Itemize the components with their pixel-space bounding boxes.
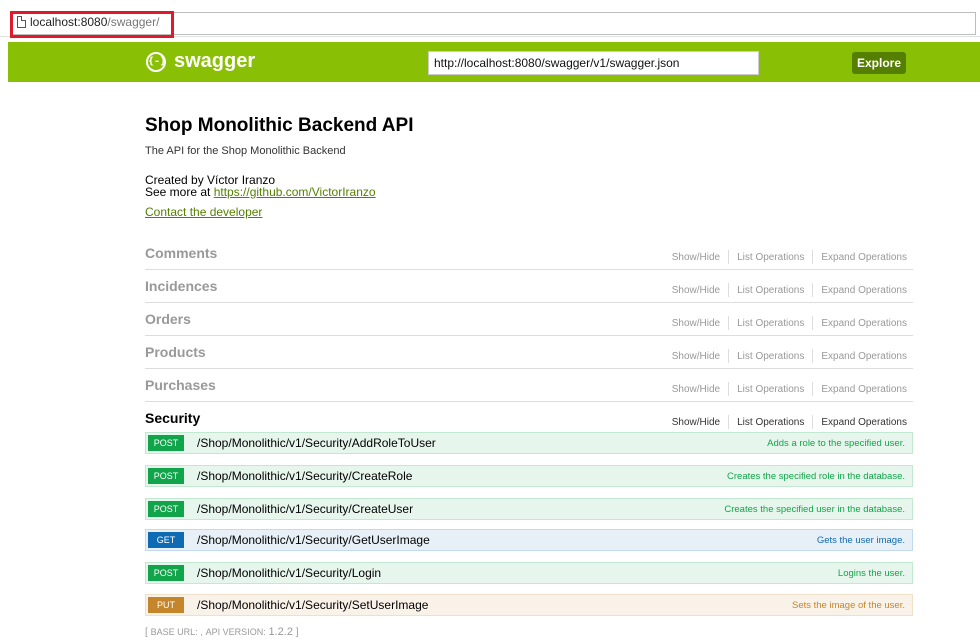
see-more-prefix: See more at xyxy=(145,185,214,199)
list-operations-link[interactable]: List Operations xyxy=(737,318,804,329)
resource-name[interactable]: Products xyxy=(145,344,206,360)
divider xyxy=(728,250,730,264)
operation-path[interactable]: /Shop/Monolithic/v1/Security/GetUserImag… xyxy=(197,533,430,547)
resource-comments: Comments Show/Hide List Operations Expan… xyxy=(145,237,913,270)
divider xyxy=(812,283,814,297)
resource-name[interactable]: Security xyxy=(145,410,200,426)
show-hide-link[interactable]: Show/Hide xyxy=(672,384,720,395)
divider xyxy=(728,349,730,363)
swagger-logo-text[interactable]: swagger xyxy=(174,50,255,73)
resource-products: Products Show/Hide List Operations Expan… xyxy=(145,336,913,369)
resource-name[interactable]: Comments xyxy=(145,245,217,261)
address-highlight-box xyxy=(10,11,174,38)
operation-create-user[interactable]: POST /Shop/Monolithic/v1/Security/Create… xyxy=(145,498,913,520)
http-method-badge: POST xyxy=(148,435,184,451)
api-version-label: API VERSION: xyxy=(205,627,266,637)
resource-name[interactable]: Incidences xyxy=(145,278,217,294)
operation-summary: Creates the specified user in the databa… xyxy=(724,504,905,515)
divider xyxy=(812,382,814,396)
operation-summary: Logins the user. xyxy=(837,568,905,579)
resource-actions: Show/Hide List Operations Expand Operati… xyxy=(672,349,907,363)
base-url-label: BASE URL: xyxy=(150,627,198,637)
contact-developer-link[interactable]: Contact the developer xyxy=(145,205,262,219)
expand-operations-link[interactable]: Expand Operations xyxy=(821,252,907,263)
resource-actions: Show/Hide List Operations Expand Operati… xyxy=(672,250,907,264)
operation-path[interactable]: /Shop/Monolithic/v1/Security/AddRoleToUs… xyxy=(197,436,436,450)
see-more-line: See more at https://github.com/VictorIra… xyxy=(145,185,376,199)
expand-operations-link[interactable]: Expand Operations xyxy=(821,318,907,329)
divider xyxy=(728,382,730,396)
divider xyxy=(728,316,730,330)
list-operations-link[interactable]: List Operations xyxy=(737,417,804,428)
operation-create-role[interactable]: POST /Shop/Monolithic/v1/Security/Create… xyxy=(145,465,913,487)
resource-actions: Show/Hide List Operations Expand Operati… xyxy=(672,415,907,429)
show-hide-link[interactable]: Show/Hide xyxy=(672,417,720,428)
http-method-badge: PUT xyxy=(148,597,184,613)
github-link[interactable]: https://github.com/VictorIranzo xyxy=(214,185,376,199)
resource-actions: Show/Hide List Operations Expand Operati… xyxy=(672,283,907,297)
expand-operations-link[interactable]: Expand Operations xyxy=(821,417,907,428)
resource-purchases: Purchases Show/Hide List Operations Expa… xyxy=(145,369,913,402)
operation-path[interactable]: /Shop/Monolithic/v1/Security/CreateUser xyxy=(197,502,413,516)
resource-actions: Show/Hide List Operations Expand Operati… xyxy=(672,382,907,396)
swagger-logo-icon: {-} xyxy=(146,52,166,72)
api-title: Shop Monolithic Backend API xyxy=(145,115,414,136)
resource-incidences: Incidences Show/Hide List Operations Exp… xyxy=(145,270,913,303)
show-hide-link[interactable]: Show/Hide xyxy=(672,285,720,296)
divider xyxy=(812,250,814,264)
swagger-header: {-} swagger Explore xyxy=(8,42,980,82)
list-operations-link[interactable]: List Operations xyxy=(737,351,804,362)
expand-operations-link[interactable]: Expand Operations xyxy=(821,351,907,362)
http-method-badge: POST xyxy=(148,565,184,581)
divider xyxy=(728,415,730,429)
divider xyxy=(812,316,814,330)
operation-set-user-image[interactable]: PUT /Shop/Monolithic/v1/Security/SetUser… xyxy=(145,594,913,616)
resource-name[interactable]: Purchases xyxy=(145,377,216,393)
api-url-input[interactable] xyxy=(428,51,759,75)
operation-path[interactable]: /Shop/Monolithic/v1/Security/Login xyxy=(197,566,381,580)
operation-summary: Sets the image of the user. xyxy=(791,600,905,611)
list-operations-link[interactable]: List Operations xyxy=(737,252,804,263)
resource-actions: Show/Hide List Operations Expand Operati… xyxy=(672,316,907,330)
list-operations-link[interactable]: List Operations xyxy=(737,285,804,296)
api-footer: [ BASE URL: , API VERSION: 1.2.2 ] xyxy=(145,626,299,638)
divider xyxy=(728,283,730,297)
resource-orders: Orders Show/Hide List Operations Expand … xyxy=(145,303,913,336)
list-operations-link[interactable]: List Operations xyxy=(737,384,804,395)
operation-add-role-to-user[interactable]: POST /Shop/Monolithic/v1/Security/AddRol… xyxy=(145,432,913,454)
resource-security: Security Show/Hide List Operations Expan… xyxy=(145,402,913,432)
operation-get-user-image[interactable]: GET /Shop/Monolithic/v1/Security/GetUser… xyxy=(145,529,913,551)
operation-path[interactable]: /Shop/Monolithic/v1/Security/SetUserImag… xyxy=(197,598,428,612)
http-method-badge: POST xyxy=(148,501,184,517)
operation-summary: Adds a role to the specified user. xyxy=(767,438,905,449)
expand-operations-link[interactable]: Expand Operations xyxy=(821,384,907,395)
divider xyxy=(812,415,814,429)
show-hide-link[interactable]: Show/Hide xyxy=(672,252,720,263)
explore-button[interactable]: Explore xyxy=(852,52,906,74)
show-hide-link[interactable]: Show/Hide xyxy=(672,351,720,362)
operation-summary: Creates the specified role in the databa… xyxy=(727,471,905,482)
operation-login[interactable]: POST /Shop/Monolithic/v1/Security/Login … xyxy=(145,562,913,584)
http-method-badge: GET xyxy=(148,532,184,548)
operation-summary: Gets the user image. xyxy=(816,535,905,546)
expand-operations-link[interactable]: Expand Operations xyxy=(821,285,907,296)
show-hide-link[interactable]: Show/Hide xyxy=(672,318,720,329)
api-version: 1.2.2 xyxy=(268,626,293,638)
base-url-value: , xyxy=(200,627,203,637)
operation-path[interactable]: /Shop/Monolithic/v1/Security/CreateRole xyxy=(197,469,412,483)
http-method-badge: POST xyxy=(148,468,184,484)
divider xyxy=(812,349,814,363)
api-description: The API for the Shop Monolithic Backend xyxy=(145,145,346,157)
resource-name[interactable]: Orders xyxy=(145,311,191,327)
